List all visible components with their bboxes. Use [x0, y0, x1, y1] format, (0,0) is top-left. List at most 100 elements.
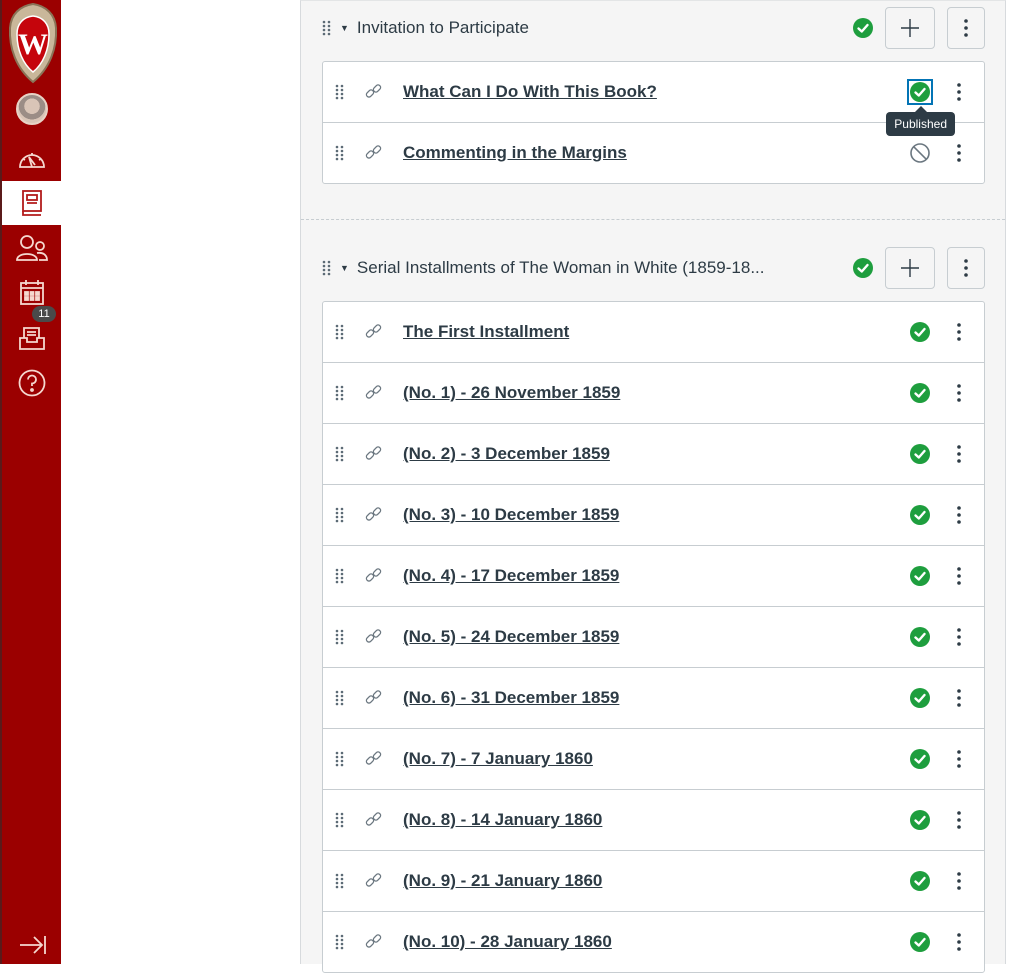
collapse-nav-button[interactable] [18, 934, 48, 961]
module-options-button[interactable] [947, 247, 985, 289]
published-icon[interactable] [909, 626, 931, 648]
module-item-link[interactable]: (No. 10) - 28 January 1860 [403, 932, 612, 952]
inbox-badge: 11 [32, 306, 56, 322]
kebab-icon[interactable] [954, 688, 964, 708]
published-tooltip: Published [886, 106, 955, 136]
module-item: (No. 2) - 3 December 1859 [323, 423, 984, 484]
plus-icon [901, 259, 919, 277]
module-item-link[interactable]: (No. 6) - 31 December 1859 [403, 688, 619, 708]
kebab-icon[interactable] [954, 627, 964, 647]
module-title: Invitation to Participate [356, 18, 529, 37]
published-icon[interactable] [909, 748, 931, 770]
university-crest-logo[interactable]: W [6, 2, 60, 84]
link-icon [365, 750, 383, 766]
module-item: (No. 8) - 14 January 1860 [323, 789, 984, 850]
published-icon[interactable] [852, 257, 874, 279]
module-item-link[interactable]: (No. 8) - 14 January 1860 [403, 810, 602, 830]
kebab-icon[interactable] [954, 871, 964, 891]
kebab-icon[interactable] [954, 444, 964, 464]
module-items: The First Installment (No. 1) - 26 Novem… [322, 301, 985, 973]
published-icon[interactable] [909, 504, 931, 526]
link-icon [365, 144, 383, 160]
published-icon[interactable] [907, 79, 933, 105]
module-item-link[interactable]: (No. 1) - 26 November 1859 [403, 383, 620, 403]
module-item: Commenting in the Margins [323, 122, 984, 183]
svg-text:W: W [18, 28, 48, 61]
published-icon[interactable] [909, 321, 931, 343]
module-item: (No. 10) - 28 January 1860 [323, 911, 984, 972]
published-icon[interactable] [909, 809, 931, 831]
drag-handle-icon[interactable] [335, 145, 345, 161]
module-items: What Can I Do With This Book? Published … [322, 61, 985, 184]
module-item: (No. 1) - 26 November 1859 [323, 362, 984, 423]
link-icon [365, 689, 383, 705]
drag-handle-icon[interactable] [335, 568, 345, 584]
link-icon [365, 506, 383, 522]
nav-inbox[interactable]: 11 [2, 306, 61, 360]
module-item-link[interactable]: Commenting in the Margins [403, 143, 627, 163]
drag-handle-icon[interactable] [322, 20, 332, 36]
drag-handle-icon[interactable] [335, 690, 345, 706]
link-icon [365, 567, 383, 583]
nav-courses[interactable] [2, 181, 61, 225]
module-header[interactable]: ▼ Invitation to Participate [322, 1, 985, 55]
kebab-icon[interactable] [954, 566, 964, 586]
kebab-icon[interactable] [954, 932, 964, 952]
module-item-link[interactable]: (No. 4) - 17 December 1859 [403, 566, 619, 586]
drag-handle-icon[interactable] [335, 873, 345, 889]
drag-handle-icon[interactable] [322, 260, 332, 276]
drag-handle-icon[interactable] [335, 934, 345, 950]
add-item-button[interactable] [885, 247, 935, 289]
help-icon [18, 369, 45, 397]
module-item-link[interactable]: (No. 3) - 10 December 1859 [403, 505, 619, 525]
module-serial-installments: ▼ Serial Installments of The Woman in Wh… [322, 241, 985, 973]
drag-handle-icon[interactable] [335, 507, 345, 523]
module-item-link[interactable]: (No. 5) - 24 December 1859 [403, 627, 619, 647]
published-icon[interactable] [909, 565, 931, 587]
kebab-icon[interactable] [954, 749, 964, 769]
add-item-button[interactable] [885, 7, 935, 49]
drag-handle-icon[interactable] [335, 446, 345, 462]
kebab-icon[interactable] [954, 505, 964, 525]
nav-dashboard[interactable] [2, 136, 61, 180]
module-item-link[interactable]: (No. 7) - 7 January 1860 [403, 749, 593, 769]
kebab-icon[interactable] [954, 143, 964, 163]
link-icon [365, 323, 383, 339]
kebab-icon[interactable] [954, 82, 964, 102]
module-item-link[interactable]: The First Installment [403, 322, 569, 342]
link-icon [365, 445, 383, 461]
plus-icon [901, 19, 919, 37]
unpublished-icon[interactable] [909, 142, 931, 164]
nav-groups[interactable] [2, 226, 61, 270]
kebab-icon[interactable] [954, 322, 964, 342]
nav-help[interactable] [2, 361, 61, 405]
published-icon[interactable] [909, 687, 931, 709]
published-icon[interactable] [909, 382, 931, 404]
modules-content: ▼ Invitation to Participate What Can I D… [300, 0, 1006, 973]
drag-handle-icon[interactable] [335, 629, 345, 645]
drag-handle-icon[interactable] [335, 84, 345, 100]
kebab-icon[interactable] [954, 383, 964, 403]
published-icon[interactable] [909, 931, 931, 953]
nav-account[interactable] [2, 87, 61, 131]
collapse-triangle-icon[interactable]: ▼ [340, 263, 349, 273]
module-title: Serial Installments of The Woman in Whit… [356, 258, 765, 277]
module-item-link[interactable]: What Can I Do With This Book? [403, 82, 657, 102]
groups-icon [15, 235, 48, 261]
collapse-nav-icon [20, 936, 46, 954]
published-icon[interactable] [852, 17, 874, 39]
module-header[interactable]: ▼ Serial Installments of The Woman in Wh… [322, 241, 985, 295]
drag-handle-icon[interactable] [335, 385, 345, 401]
collapse-triangle-icon[interactable]: ▼ [340, 23, 349, 33]
module-item: What Can I Do With This Book? Published [323, 62, 984, 136]
link-icon [365, 628, 383, 644]
module-item-link[interactable]: (No. 2) - 3 December 1859 [403, 444, 610, 464]
module-item-link[interactable]: (No. 9) - 21 January 1860 [403, 871, 602, 891]
published-icon[interactable] [909, 443, 931, 465]
drag-handle-icon[interactable] [335, 751, 345, 767]
drag-handle-icon[interactable] [335, 324, 345, 340]
drag-handle-icon[interactable] [335, 812, 345, 828]
kebab-icon[interactable] [954, 810, 964, 830]
module-options-button[interactable] [947, 7, 985, 49]
published-icon[interactable] [909, 870, 931, 892]
